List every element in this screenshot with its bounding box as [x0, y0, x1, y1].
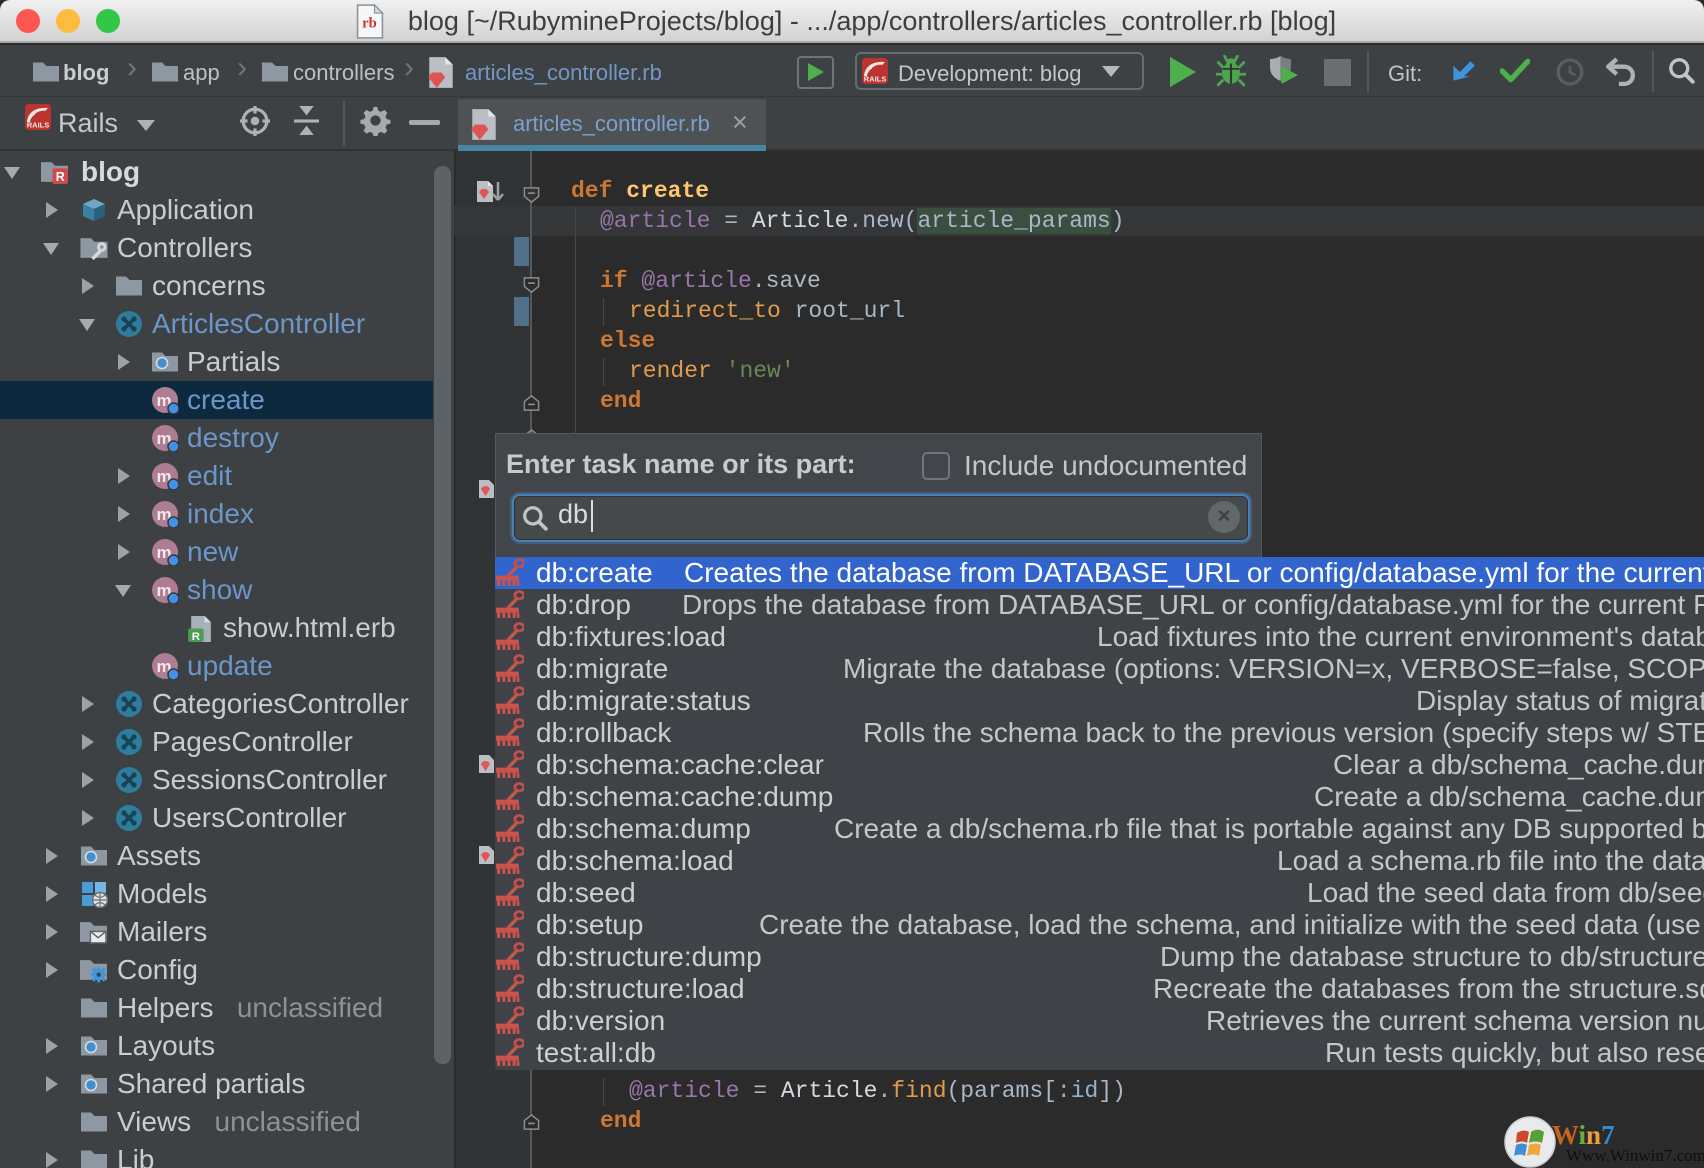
svg-text:rb: rb [362, 16, 377, 32]
